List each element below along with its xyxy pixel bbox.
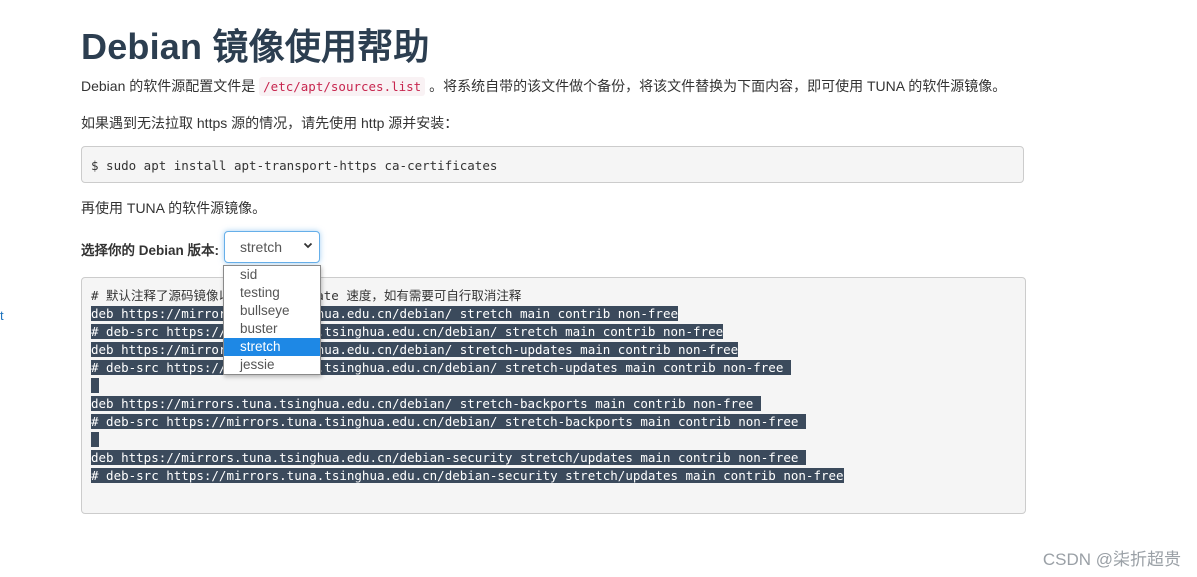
intro-paragraph: Debian 的软件源配置文件是 /etc/apt/sources.list 。…	[81, 76, 1006, 96]
https-note: 如果遇到无法拉取 https 源的情况，请先使用 http 源并安装：	[81, 115, 459, 131]
version-select-label: 选择你的 Debian 版本:	[81, 243, 220, 258]
version-select-value: stretch	[240, 239, 283, 255]
intro-suffix: 。将系统自带的该文件做个备份，将该文件替换为下面内容，即可使用 TUNA 的软件…	[425, 78, 1007, 94]
code-line-text	[91, 432, 99, 447]
page-title: Debian 镜像使用帮助	[81, 26, 430, 67]
code-line: # deb-src https://mirrors.tuna.tsinghua.…	[91, 323, 844, 341]
code-line-text: # deb-src https://mirrors.tuna.tsinghua.…	[91, 324, 724, 339]
version-option-jessie[interactable]: jessie	[224, 356, 320, 374]
code-line: # deb-src https://mirrors.tuna.tsinghua.…	[91, 467, 844, 485]
code-line: deb https://mirrors.tuna.tsinghua.edu.cn…	[91, 305, 844, 323]
sources-code-lines: # 默认注释了源码镜像以提高 apt update 速度，如有需要可自行取消注释…	[91, 287, 844, 485]
version-dropdown-list[interactable]: sid testing bullseye buster stretch jessie	[223, 265, 321, 375]
install-command-block[interactable]: $ sudo apt install apt-transport-https c…	[81, 146, 1024, 183]
code-line: # 默认注释了源码镜像以提高 apt update 速度，如有需要可自行取消注释	[91, 287, 844, 305]
code-line-text: deb https://mirrors.tuna.tsinghua.edu.cn…	[91, 306, 678, 321]
version-select[interactable]: stretch	[224, 231, 320, 263]
code-line-text: # deb-src https://mirrors.tuna.tsinghua.…	[91, 468, 844, 483]
code-line-text	[91, 378, 99, 393]
code-line-text: # deb-src https://mirrors.tuna.tsinghua.…	[91, 360, 791, 375]
code-line: deb https://mirrors.tuna.tsinghua.edu.cn…	[91, 341, 844, 359]
code-line: # deb-src https://mirrors.tuna.tsinghua.…	[91, 359, 844, 377]
code-line: deb https://mirrors.tuna.tsinghua.edu.cn…	[91, 449, 844, 467]
version-option-sid[interactable]: sid	[224, 266, 320, 284]
code-line-text: deb https://mirrors.tuna.tsinghua.edu.cn…	[91, 450, 806, 465]
sources-list-path: /etc/apt/sources.list	[259, 77, 426, 96]
code-line: deb https://mirrors.tuna.tsinghua.edu.cn…	[91, 395, 844, 413]
code-line	[91, 377, 844, 395]
intro-prefix: Debian 的软件源配置文件是	[81, 78, 260, 94]
version-option-bullseye[interactable]: bullseye	[224, 302, 320, 320]
code-line-text: deb https://mirrors.tuna.tsinghua.edu.cn…	[91, 396, 761, 411]
use-tuna-note: 再使用 TUNA 的软件源镜像。	[81, 200, 267, 216]
code-line	[91, 431, 844, 449]
code-line: # deb-src https://mirrors.tuna.tsinghua.…	[91, 413, 844, 431]
code-line-text: # deb-src https://mirrors.tuna.tsinghua.…	[91, 414, 806, 429]
version-option-buster[interactable]: buster	[224, 320, 320, 338]
left-edge-fragment: t	[0, 308, 4, 323]
version-option-testing[interactable]: testing	[224, 284, 320, 302]
csdn-watermark: CSDN @柒折超贵	[1042, 550, 1181, 569]
chevron-down-icon	[303, 242, 313, 249]
code-line-text: deb https://mirrors.tuna.tsinghua.edu.cn…	[91, 342, 739, 357]
version-option-stretch[interactable]: stretch	[224, 338, 320, 356]
